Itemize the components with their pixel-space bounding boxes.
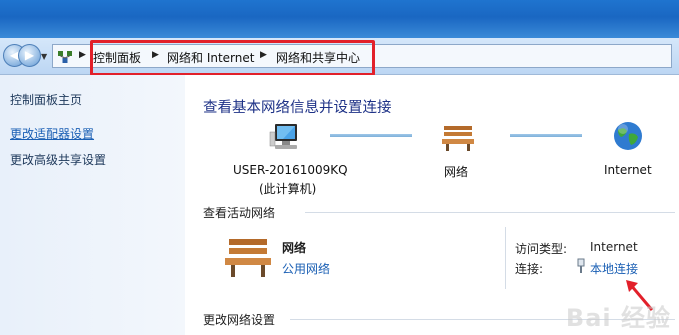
forward-arrow-icon[interactable]: ▶ <box>18 44 41 67</box>
recent-pages-dropdown-icon[interactable]: ▼ <box>41 52 47 61</box>
computer-icon[interactable] <box>269 122 303 154</box>
change-settings-heading: 更改网络设置 <box>203 313 276 327</box>
globe-icon[interactable] <box>612 120 644 152</box>
active-network-name: 网络 <box>282 241 307 255</box>
active-networks-heading: 查看活动网络 <box>203 206 276 220</box>
network-adapter-icon <box>577 258 585 273</box>
network-label: 网络 <box>444 165 469 179</box>
bench-icon <box>225 239 271 277</box>
network-category-link[interactable]: 公用网络 <box>282 260 330 277</box>
window-title-bar <box>0 0 679 38</box>
change-advanced-sharing-link[interactable]: 更改高级共享设置 <box>10 151 106 168</box>
bench-icon[interactable] <box>440 122 476 152</box>
section-divider <box>305 212 675 213</box>
computer-note: (此计算机) <box>259 182 317 196</box>
internet-label: Internet <box>604 163 652 177</box>
connections-label: 连接: <box>515 262 544 276</box>
access-type-label: 访问类型: <box>515 242 568 256</box>
connection-line <box>330 134 412 137</box>
main-content: 查看基本网络信息并设置连接 USER-20161009KQ (此计算机) 网络 … <box>185 75 679 335</box>
watermark: Bai 经验 <box>565 304 671 332</box>
connection-line <box>510 134 582 137</box>
vertical-divider <box>505 227 506 289</box>
left-task-pane: 控制面板主页 更改适配器设置 更改高级共享设置 <box>0 75 185 335</box>
control-panel-home-link[interactable]: 控制面板主页 <box>10 91 82 108</box>
access-type-value: Internet <box>590 240 638 254</box>
network-center-icon <box>58 51 72 63</box>
highlight-box <box>90 40 375 76</box>
breadcrumb-separator[interactable]: ▶ <box>79 50 86 60</box>
page-title: 查看基本网络信息并设置连接 <box>203 100 392 116</box>
computer-name: USER-20161009KQ <box>233 163 348 177</box>
change-adapter-settings-link[interactable]: 更改适配器设置 <box>10 125 94 142</box>
